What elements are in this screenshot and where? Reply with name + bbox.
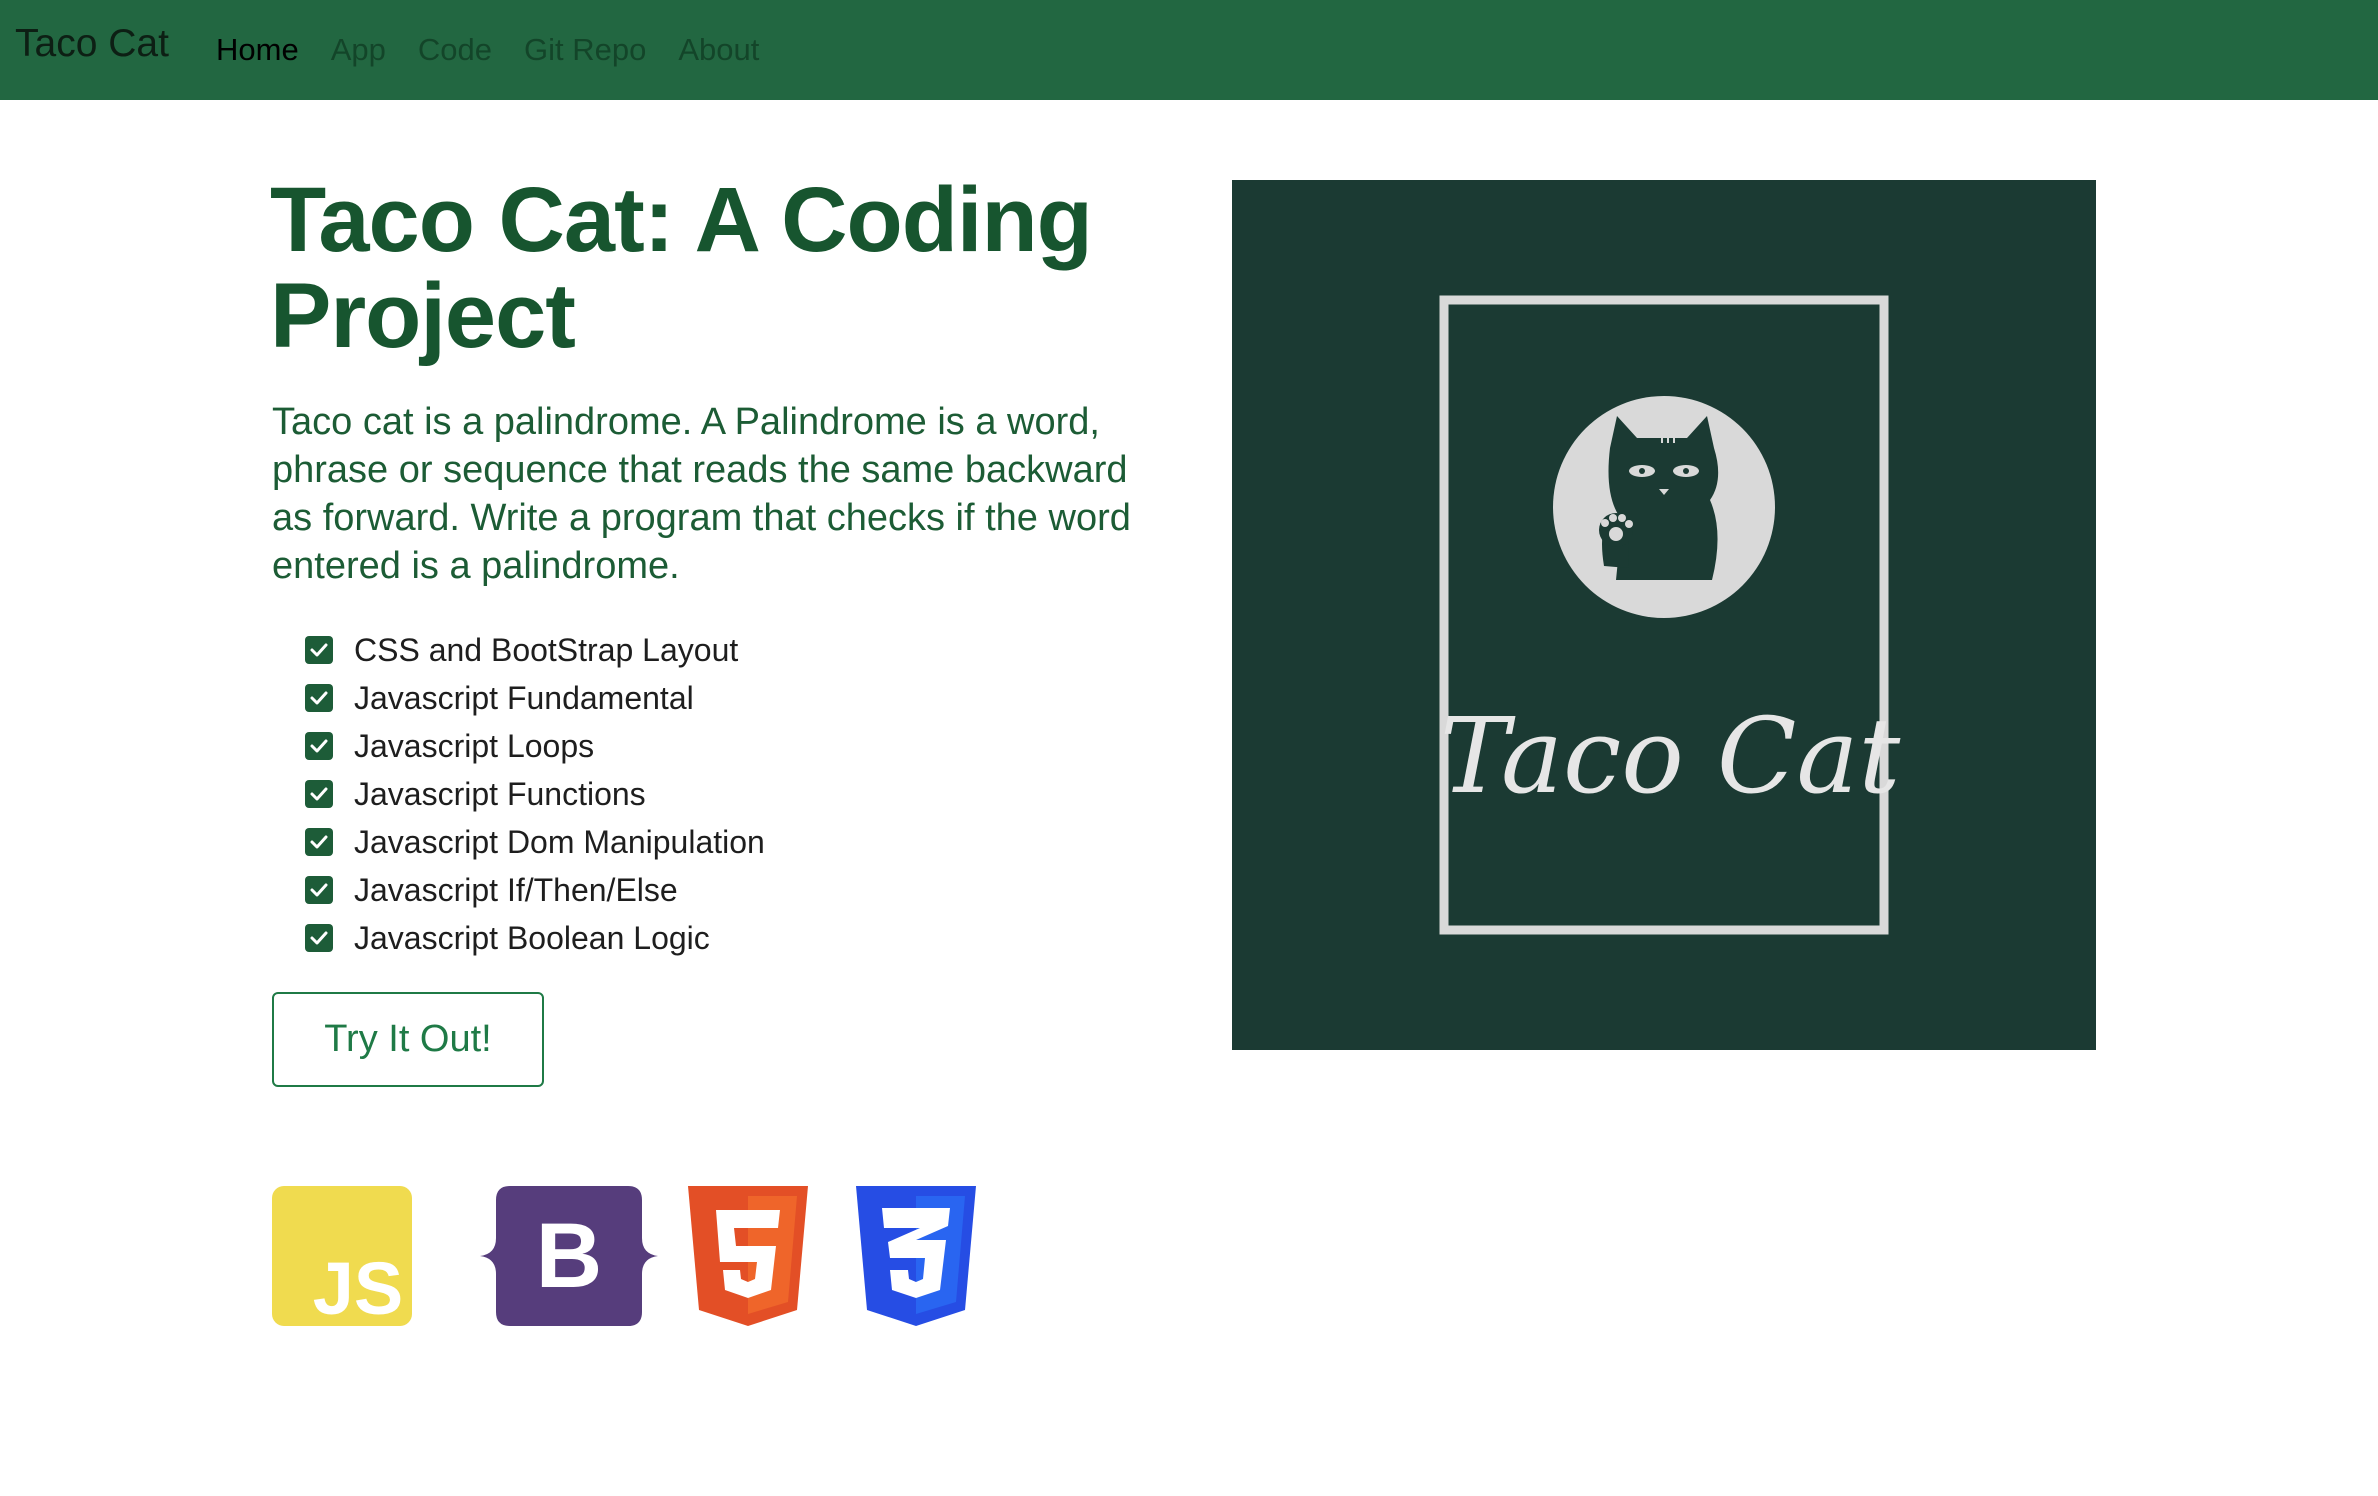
checkbox-checked-icon	[305, 732, 333, 760]
checkbox-checked-icon	[305, 780, 333, 808]
list-item-label: Javascript Loops	[354, 727, 595, 764]
bootstrap-icon: B	[480, 1186, 658, 1331]
list-item-label: Javascript Dom Manipulation	[354, 823, 765, 860]
javascript-icon: JS	[272, 1186, 412, 1331]
nav-link-git-repo[interactable]: Git Repo	[524, 32, 646, 68]
nav-link-about[interactable]: About	[678, 32, 759, 68]
navbar: Taco Cat Home App Code Git Repo About	[0, 0, 2378, 100]
hero-description: Taco cat is a palindrome. A Palindrome i…	[272, 401, 1131, 587]
list-item-label: Javascript If/Then/Else	[354, 871, 678, 908]
list-item: Javascript Functions	[305, 770, 765, 818]
navbar-brand[interactable]: Taco Cat	[15, 22, 169, 66]
try-it-out-button[interactable]: Try It Out!	[272, 992, 544, 1087]
page-title: Taco Cat: A Coding Project	[270, 169, 1093, 367]
svg-text:JS: JS	[313, 1247, 404, 1326]
list-item: Javascript Fundamental	[305, 674, 765, 722]
checkbox-checked-icon	[305, 636, 333, 664]
taco-cat-logo-image: Taco Cat	[1232, 180, 2096, 1050]
list-item: Javascript Loops	[305, 722, 765, 770]
checkbox-checked-icon	[305, 924, 333, 952]
feature-checklist: CSS and BootStrap Layout Javascript Fund…	[305, 626, 765, 962]
logo-text: Taco Cat	[1440, 695, 1901, 817]
checkbox-checked-icon	[305, 876, 333, 904]
list-item-label: CSS and BootStrap Layout	[354, 631, 739, 668]
list-item: Javascript Dom Manipulation	[305, 818, 765, 866]
svg-text:B: B	[536, 1205, 602, 1307]
list-item-label: Javascript Functions	[354, 775, 646, 812]
html5-icon	[688, 1186, 808, 1331]
list-item-label: Javascript Boolean Logic	[354, 919, 710, 956]
checkbox-checked-icon	[305, 828, 333, 856]
nav-link-app[interactable]: App	[331, 32, 386, 68]
nav-link-home[interactable]: Home	[216, 32, 299, 68]
list-item: Javascript Boolean Logic	[305, 914, 765, 962]
cat-waving-icon	[1553, 396, 1775, 618]
checkbox-checked-icon	[305, 684, 333, 712]
list-item: CSS and BootStrap Layout	[305, 626, 765, 674]
list-item: Javascript If/Then/Else	[305, 866, 765, 914]
nav-link-code[interactable]: Code	[418, 32, 492, 68]
list-item-label: Javascript Fundamental	[354, 679, 694, 716]
nav-links: Home App Code Git Repo About	[200, 0, 791, 100]
css3-icon	[856, 1186, 976, 1331]
